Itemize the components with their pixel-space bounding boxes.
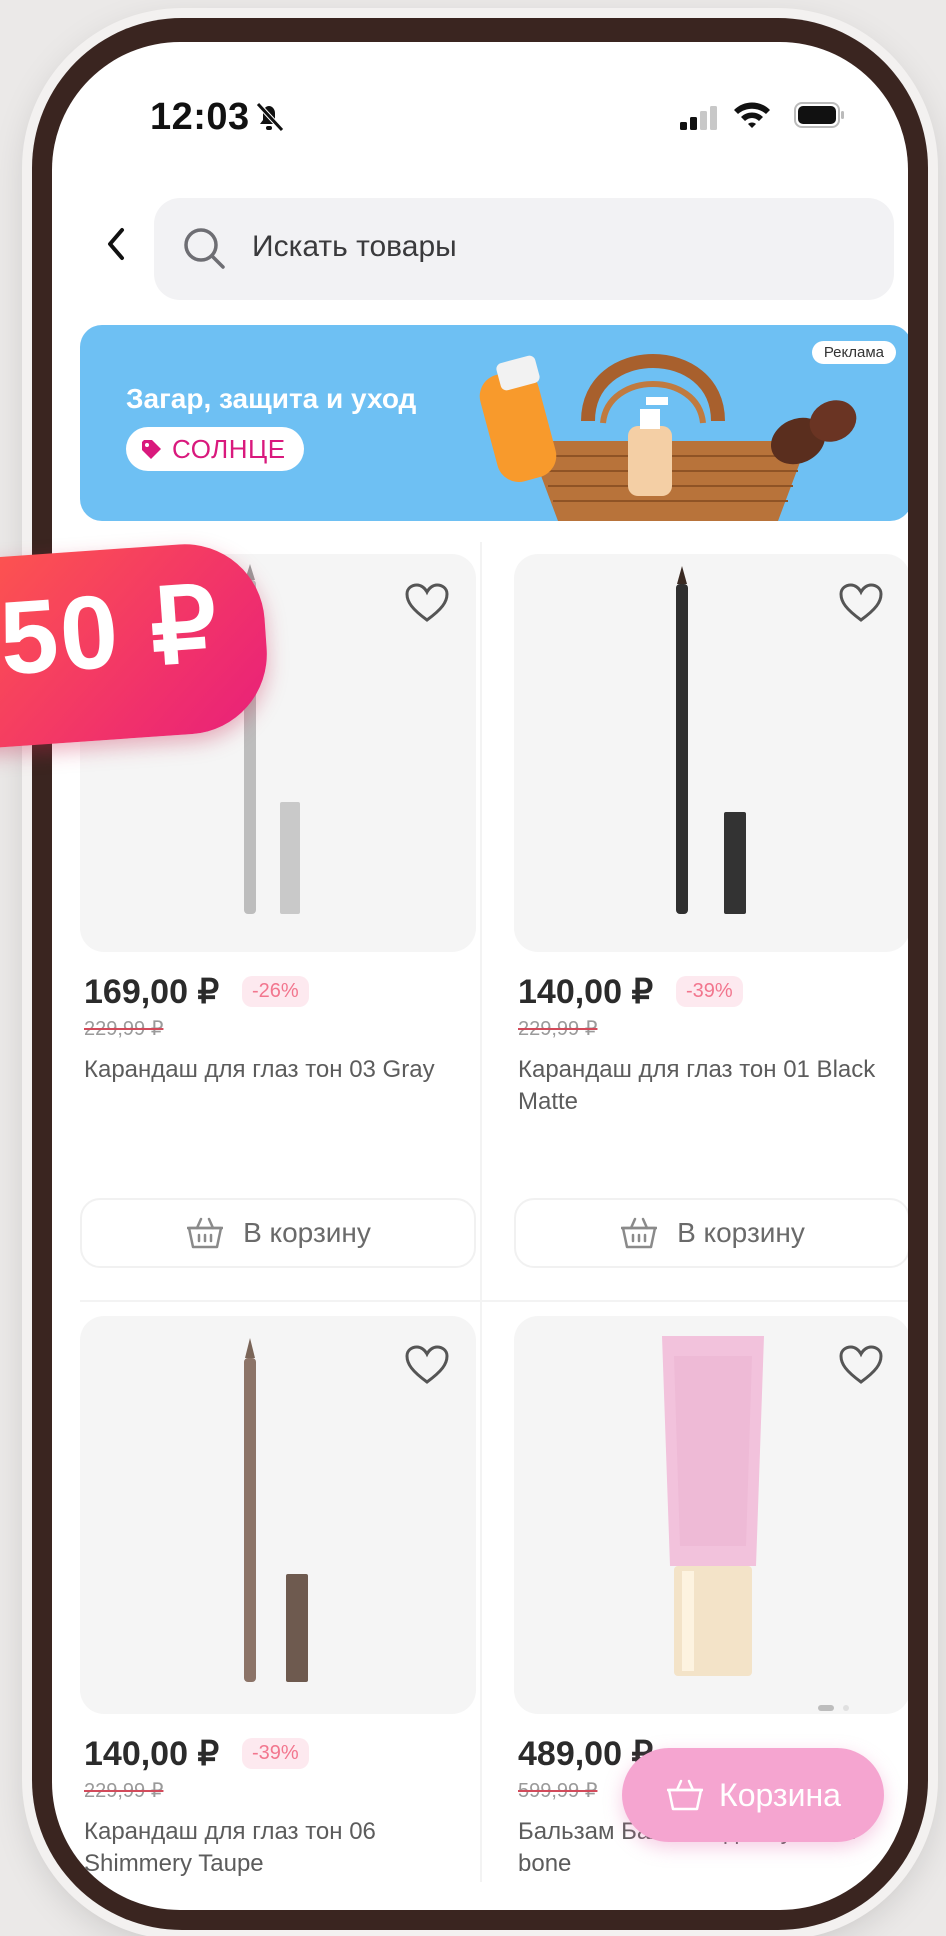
battery-icon <box>794 102 844 128</box>
discount-badge: -26% <box>242 976 309 1007</box>
status-time: 12:03 <box>150 96 250 138</box>
tag-icon <box>142 440 161 459</box>
heart-icon[interactable] <box>404 582 450 624</box>
product-price: 169,00 ₽ <box>84 973 220 1011</box>
banner-title: Загар, защита и уход <box>126 383 417 414</box>
product-image[interactable] <box>514 554 908 952</box>
product-name[interactable]: Карандаш для глаз тон 03 Gray <box>84 1054 468 1086</box>
wifi-icon <box>734 102 770 128</box>
image-carousel-dots <box>818 1705 849 1711</box>
search-placeholder: Искать товары <box>252 230 457 263</box>
product-image[interactable] <box>80 1316 476 1714</box>
back-arrow-icon[interactable] <box>102 224 132 264</box>
basket-icon <box>621 1217 658 1249</box>
heart-icon[interactable] <box>838 1344 884 1386</box>
product-name[interactable]: Карандаш для глаз тон 01 Black Matte <box>518 1054 902 1118</box>
discount-badge: -39% <box>242 1738 309 1769</box>
floating-cart-label: Корзина <box>719 1776 841 1813</box>
add-to-cart-label: В корзину <box>677 1217 805 1248</box>
price-promo-text: 50 ₽ <box>0 566 223 698</box>
product-price: 140,00 ₽ <box>518 973 654 1011</box>
bell-muted-icon <box>256 102 284 132</box>
product-price: 140,00 ₽ <box>84 1735 220 1773</box>
old-price: 599,99 ₽ <box>518 1780 598 1802</box>
signal-icon <box>680 106 717 130</box>
grid-divider <box>480 542 482 1882</box>
promo-code-chip: СОЛНЦЕ <box>126 427 304 471</box>
basket-icon <box>187 1217 224 1249</box>
old-price: 229,99 ₽ <box>84 1780 164 1802</box>
search-input[interactable]: Искать товары <box>154 198 894 300</box>
basket-icon <box>667 1779 704 1811</box>
add-to-cart-label: В корзину <box>243 1217 371 1248</box>
add-to-cart-button[interactable]: В корзину <box>80 1198 476 1268</box>
heart-icon[interactable] <box>404 1344 450 1386</box>
search-icon <box>184 228 225 269</box>
product-name[interactable]: Карандаш для глаз тон 06 Shimmery Taupe <box>84 1816 468 1880</box>
discount-badge: -39% <box>676 976 743 1007</box>
promo-banner[interactable]: Загар, защита и уход СОЛНЦЕ Реклама <box>80 325 908 521</box>
old-price: 229,99 ₽ <box>84 1018 164 1040</box>
floating-cart-button[interactable]: Корзина <box>622 1748 884 1842</box>
row-divider <box>80 1300 908 1302</box>
add-to-cart-button[interactable]: В корзину <box>514 1198 908 1268</box>
beach-bag-illustration <box>479 354 857 521</box>
promo-code: СОЛНЦЕ <box>172 433 286 464</box>
product-image[interactable] <box>514 1316 908 1714</box>
old-price: 229,99 ₽ <box>518 1018 598 1040</box>
heart-icon[interactable] <box>838 582 884 624</box>
phone-screen: 12:03 Искать товары Загар, защита и уход <box>52 42 908 1910</box>
